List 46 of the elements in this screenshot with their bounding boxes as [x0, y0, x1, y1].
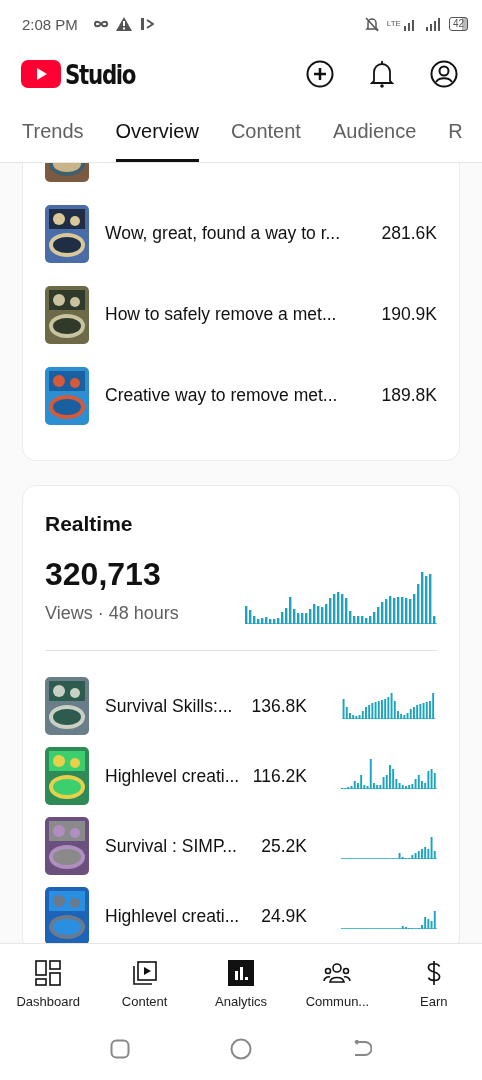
account-icon	[430, 60, 458, 88]
video-title[interactable]: Highlevel creati...	[105, 905, 245, 927]
notifications-button[interactable]	[370, 60, 394, 88]
view-count: 24.9K	[260, 905, 307, 927]
view-count: 189.8K	[381, 385, 437, 406]
view-count: 25.2K	[260, 835, 307, 857]
view-count: 190.9K	[381, 304, 437, 325]
account-button[interactable]	[430, 60, 458, 88]
nav-item[interactable]: Dashboard	[0, 944, 97, 1024]
bell-icon	[370, 60, 394, 88]
tab[interactable]: Content	[230, 100, 301, 162]
video-title[interactable]: Survival : SIMP...	[105, 835, 245, 857]
status-time: 2:08 PM	[22, 15, 78, 33]
nav-item[interactable]: Earn	[385, 944, 482, 1024]
battery-icon: 42	[448, 17, 468, 31]
back-button[interactable]	[352, 1040, 372, 1058]
warning-icon	[115, 17, 132, 31]
infinity-icon	[93, 20, 108, 28]
network-type: LTE	[386, 20, 401, 28]
view-count: 136.8K	[250, 695, 307, 717]
logo-text: Studio	[65, 58, 136, 90]
signal-icon	[424, 17, 441, 31]
recent-apps-button[interactable]	[110, 1039, 130, 1059]
video-title[interactable]: Wow, great, found a way to r...	[105, 223, 382, 244]
plus-circle-icon	[306, 60, 334, 88]
play-logo-icon	[21, 60, 61, 88]
tab[interactable]: Trends	[22, 100, 84, 162]
view-total: 320,713	[45, 556, 162, 593]
video-title[interactable]: Highlevel creati...	[105, 765, 245, 787]
video-title[interactable]: Creative way to remove met...	[105, 385, 382, 406]
home-button[interactable]	[230, 1038, 252, 1060]
tab[interactable]: R	[448, 100, 463, 162]
video-title[interactable]: Survival Skills:...	[105, 695, 245, 717]
nav-item[interactable]: Content	[96, 944, 193, 1024]
signal-icon	[402, 17, 417, 31]
nav-item[interactable]: Commun...	[289, 944, 386, 1024]
cast-icon	[139, 17, 154, 31]
nav-item[interactable]: Analytics	[192, 944, 290, 1024]
card-title: Realtime	[45, 512, 134, 536]
views-period: Views · 48 hours	[45, 603, 179, 624]
bell-off-icon	[364, 16, 379, 32]
create-button[interactable]	[306, 60, 334, 88]
tab[interactable]: Audience	[332, 100, 417, 162]
view-count: 281.6K	[381, 223, 437, 244]
view-count: 116.2K	[251, 765, 307, 787]
video-title[interactable]: How to safely remove a met...	[105, 304, 382, 325]
